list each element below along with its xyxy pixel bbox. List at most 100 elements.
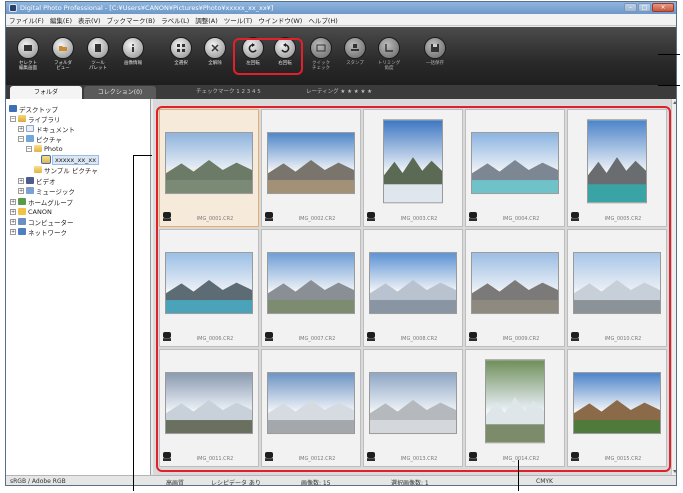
callout-line-bottom <box>518 460 519 491</box>
tool-label: セレクト 編集画面 <box>19 61 37 71</box>
selected-count-status: 選択画像数: 1 <box>391 480 429 486</box>
rating-filter[interactable]: レーティング ★ ★ ★ ★ ★ <box>306 85 372 99</box>
menu-edit[interactable]: 編集(E) <box>50 15 72 25</box>
tree-label: ビデオ <box>36 177 56 186</box>
tool-label: ツール パレット <box>89 61 107 71</box>
stamp-button[interactable]: スタンプ <box>338 30 372 80</box>
window-controls: – □ × <box>624 3 674 12</box>
app-icon <box>9 4 17 12</box>
deselect-all-button[interactable]: 全解除 <box>198 30 232 80</box>
menu-file[interactable]: ファイル(F) <box>9 15 44 25</box>
menu-adjust[interactable]: 調整(A) <box>195 15 218 25</box>
vertical-scrollbar[interactable] <box>671 99 676 475</box>
documents-icon <box>26 125 34 132</box>
tool-palette-icon <box>87 37 109 59</box>
computer-icon <box>18 218 26 225</box>
menu-tools[interactable]: ツール(T) <box>224 15 253 25</box>
info-icon <box>122 37 144 59</box>
select-edit-button[interactable]: セレクト 編集画面 <box>11 30 45 80</box>
tree-item-homegroup[interactable]: + ホームグループ <box>10 197 73 207</box>
tree-item-videos[interactable]: + ビデオ <box>18 176 56 186</box>
trim-angle-icon <box>378 37 400 59</box>
trim-angle-button[interactable]: トリミング 角度 <box>372 30 406 80</box>
thumbnail-area: IMG_0001.CR2 IMG_0002.CR2 IMG_0003.CR2 IMG_… <box>153 99 671 475</box>
tabs-row: フォルダ コレクション(0) チェックマーク 1 2 3 4 5 レーティング … <box>6 85 676 99</box>
select-all-button[interactable]: 全選択 <box>164 30 198 80</box>
tool-label: 画像情報 <box>124 61 142 66</box>
window-title: Digital Photo Professional - [C:¥Users¥C… <box>20 4 274 12</box>
expand-icon[interactable]: + <box>10 218 16 225</box>
tool-label: フォルダ ビュー <box>54 61 72 71</box>
folder-view-button[interactable]: フォルダ ビュー <box>46 30 80 80</box>
title-bar[interactable]: Digital Photo Professional - [C:¥Users¥C… <box>6 2 676 14</box>
scroll-up-icon[interactable] <box>673 101 676 104</box>
tree-label: CANON <box>28 207 52 216</box>
quality-status: 高画質 <box>166 480 185 486</box>
folder-tree: デスクトップ − ライブラリ + ドキュメント − ピクチャ − Photo x… <box>6 99 151 475</box>
collapse-icon[interactable]: − <box>18 135 24 142</box>
menu-bookmark[interactable]: ブックマーク(B) <box>107 15 156 25</box>
tree-item-xxxxx[interactable]: xxxxx_xx_xx <box>41 154 100 165</box>
tree-item-documents[interactable]: + ドキュメント <box>18 124 75 134</box>
videos-icon <box>26 177 34 184</box>
tool-label: 全選択 <box>174 61 188 66</box>
menu-bar: ファイル(F) 編集(E) 表示(V) ブックマーク(B) ラベル(L) 調整(… <box>6 14 676 26</box>
image-count-status: 画像数: 15 <box>301 480 331 486</box>
folder-icon <box>34 166 42 173</box>
quick-check-button[interactable]: クイック チェック <box>304 30 338 80</box>
collapse-icon[interactable]: − <box>10 115 16 122</box>
menu-label[interactable]: ラベル(L) <box>161 15 189 25</box>
status-bar: sRGB / Adobe RGB 高画質 レシピデータ あり 画像数: 15 選… <box>6 475 676 486</box>
tree-item-photo[interactable]: − Photo <box>26 144 63 153</box>
info-button[interactable]: 画像情報 <box>116 30 150 80</box>
checkmark-filter[interactable]: チェックマーク 1 2 3 4 5 <box>196 85 261 99</box>
tree-item-library[interactable]: − ライブラリ <box>10 114 61 124</box>
tree-label: デスクトップ <box>19 105 58 114</box>
tool-label: トリミング 角度 <box>377 61 401 71</box>
scroll-down-icon[interactable] <box>673 470 676 473</box>
batch-save-icon <box>424 37 446 59</box>
tree-label: ミュージック <box>36 187 75 196</box>
tree-item-canon[interactable]: + CANON <box>10 207 52 216</box>
cmyk-status: CMYK <box>536 478 553 485</box>
tool-label: クイック チェック <box>312 61 330 71</box>
tool-label: 一括保存 <box>426 61 444 66</box>
batch-save-button[interactable]: 一括保存 <box>418 30 452 80</box>
tab-collection[interactable]: コレクション(0) <box>84 86 156 99</box>
tool-palette-button[interactable]: ツール パレット <box>81 30 115 80</box>
tree-item-sample-pictures[interactable]: サンプル ピクチャ <box>34 165 98 175</box>
expand-icon[interactable]: + <box>10 228 16 235</box>
callout-line-left-tick <box>133 155 152 156</box>
select-edit-icon <box>17 37 39 59</box>
menu-help[interactable]: ヘルプ(H) <box>308 15 337 25</box>
menu-view[interactable]: 表示(V) <box>78 15 101 25</box>
tree-item-pictures[interactable]: − ピクチャ <box>18 134 62 144</box>
menu-window[interactable]: ウインドウ(W) <box>258 15 302 25</box>
minimize-button[interactable]: – <box>624 3 637 12</box>
expand-icon[interactable]: + <box>18 125 24 132</box>
tree-item-computer[interactable]: + コンピューター <box>10 217 74 227</box>
color-space-status: sRGB / Adobe RGB <box>10 478 66 485</box>
tab-folder[interactable]: フォルダ <box>10 86 82 99</box>
close-button[interactable]: × <box>652 3 674 12</box>
homegroup-icon <box>18 198 26 205</box>
expand-icon[interactable]: + <box>18 187 24 194</box>
maximize-button[interactable]: □ <box>638 3 651 12</box>
tree-label: サンプル ピクチャ <box>44 166 98 175</box>
network-icon <box>18 228 26 235</box>
toolbar: セレクト 編集画面 フォルダ ビュー ツール パレット 画像情報 全選択 全解除… <box>6 27 676 85</box>
tree-item-music[interactable]: + ミュージック <box>18 186 75 196</box>
expand-icon[interactable]: + <box>10 198 16 205</box>
tree-item-desktop[interactable]: デスクトップ <box>9 104 58 114</box>
pictures-icon <box>26 135 34 142</box>
expand-icon[interactable]: + <box>18 177 24 184</box>
rotate-buttons-highlight <box>233 38 303 75</box>
quick-check-icon <box>310 37 332 59</box>
user-folder-icon <box>18 208 26 215</box>
deselect-all-icon <box>204 37 226 59</box>
collapse-icon[interactable]: − <box>26 145 32 152</box>
expand-icon[interactable]: + <box>10 208 16 215</box>
app-window: Digital Photo Professional - [C:¥Users¥C… <box>5 1 677 486</box>
tree-item-network[interactable]: + ネットワーク <box>10 227 67 237</box>
callout-line-right <box>658 54 680 55</box>
